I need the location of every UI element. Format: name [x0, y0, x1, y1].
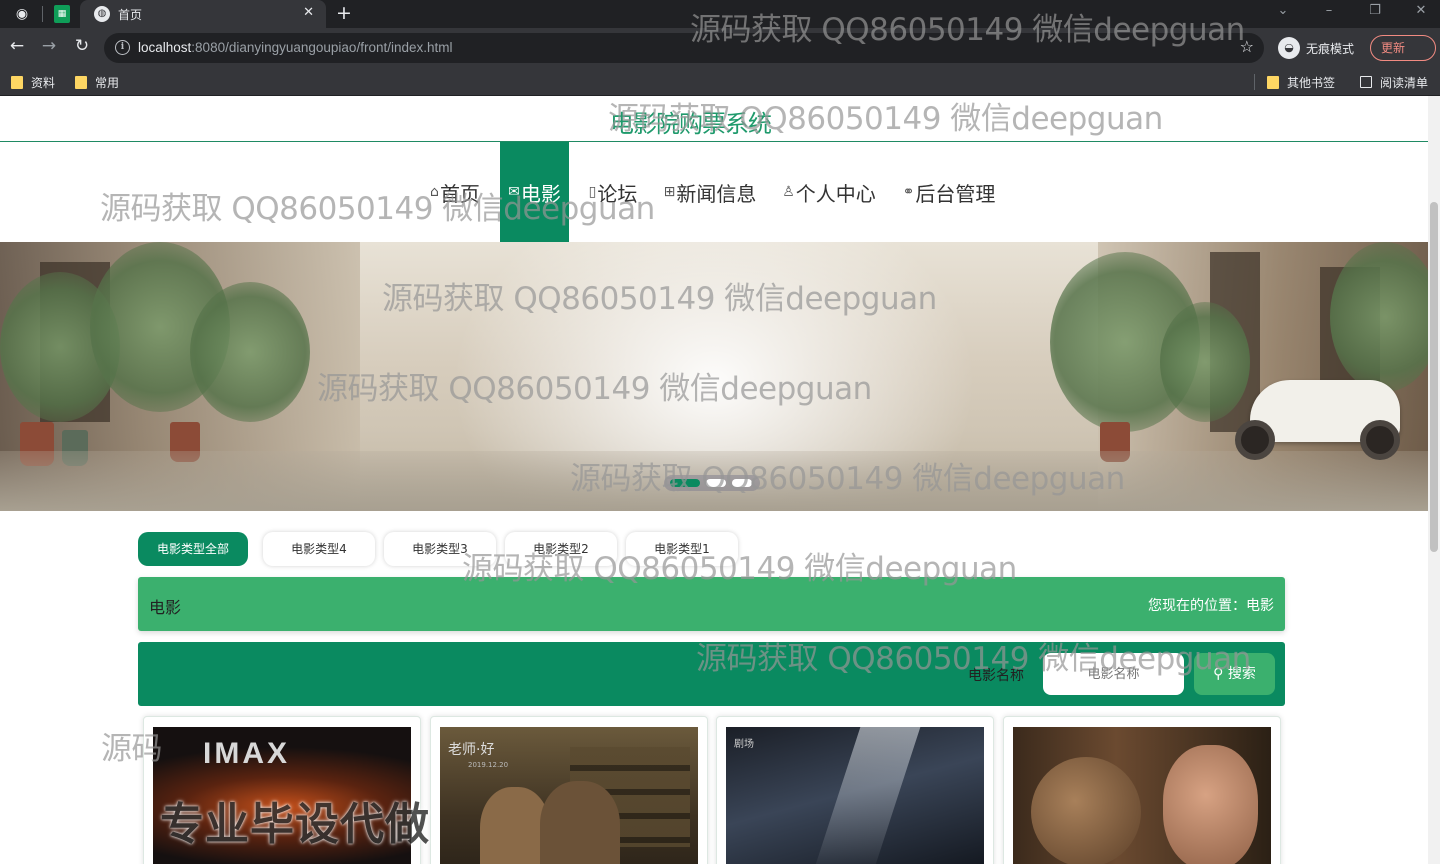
gift-icon: ⊞ [663, 184, 676, 200]
site-header: 电影院购票系统 [0, 96, 1428, 142]
site-title: 电影院购票系统 [610, 111, 772, 138]
folder-icon [1267, 75, 1279, 89]
star-icon[interactable]: ☆ [1240, 37, 1254, 56]
forward-icon[interactable]: → [37, 36, 61, 56]
carousel-dot[interactable] [732, 479, 752, 487]
address-bar[interactable]: i localhost:8080/dianyingyuangoupiao/fro… [104, 33, 1264, 63]
incognito-indicator[interactable]: ◒ 无痕模式 [1278, 36, 1354, 60]
close-icon[interactable]: ✕ [303, 5, 314, 20]
nav-item-home[interactable]: ⌂ 首页 [420, 142, 490, 242]
search-bar: 电影名称 ⚲ 搜索 [138, 642, 1285, 706]
bookmark-separator [1254, 74, 1255, 90]
main-nav: ⌂ 首页 ✉ 电影 ▯ 论坛 ⊞ 新闻信息 ♙ 个人中心 ⚭ 后台管理 [0, 142, 1428, 242]
tab-home[interactable]: ◍ 首页 ✕ [80, 0, 326, 28]
sheets-app-icon[interactable]: ▦ [54, 5, 70, 23]
poster-date: 2019.12.20 [468, 761, 509, 769]
category-4-button[interactable]: 电影类型4 [263, 532, 375, 566]
category-3-button[interactable]: 电影类型3 [384, 532, 496, 566]
carousel-dot-active[interactable] [670, 479, 700, 487]
banner-plant [190, 282, 310, 422]
nav-item-movies[interactable]: ✉ 电影 [500, 142, 569, 242]
hero-carousel[interactable] [0, 242, 1428, 511]
banner-scooter-wheel [1360, 420, 1400, 460]
carousel-dot[interactable] [706, 479, 726, 487]
folder-icon [75, 75, 87, 89]
poster-text: IMAX [203, 737, 290, 770]
user-icon: ♙ [782, 184, 795, 200]
tab-title: 首页 [118, 8, 143, 22]
movie-poster[interactable]: 剧场 [726, 727, 984, 864]
info-icon[interactable]: i [115, 40, 130, 55]
breadcrumb: 电影 您现在的位置：电影 [138, 577, 1285, 631]
browser-menu-icon[interactable]: ◉ [12, 4, 32, 24]
doc-icon: ▯ [588, 184, 597, 200]
carousel-dots [664, 475, 760, 491]
other-bookmarks[interactable]: 其他书签 [1267, 74, 1335, 90]
category-2-button[interactable]: 电影类型2 [505, 532, 617, 566]
nav-item-admin[interactable]: ⚭ 后台管理 [896, 142, 1002, 242]
nav-item-news[interactable]: ⊞ 新闻信息 [658, 142, 762, 242]
mail-icon: ✉ [508, 184, 520, 200]
movie-card[interactable] [1003, 716, 1281, 864]
banner-plant [1160, 302, 1250, 422]
banner-scooter-wheel [1235, 420, 1275, 460]
web-page: 电影院购票系统 ⌂ 首页 ✉ 电影 ▯ 论坛 ⊞ 新闻信息 ♙ 个人中心 ⚭ 后台管理 [0, 96, 1428, 864]
search-label: 电影名称 [968, 668, 1024, 684]
movie-card[interactable]: 老师·好 2019.12.20 [430, 716, 708, 864]
folder-icon [11, 75, 23, 89]
bookmark-folder-ziliao[interactable]: 资料 [11, 74, 55, 90]
new-tab-icon[interactable]: + [336, 2, 352, 24]
page-scrollbar[interactable] [1428, 96, 1440, 864]
movie-card[interactable]: 剧场 [716, 716, 994, 864]
incognito-label: 无痕模式 [1306, 41, 1355, 56]
screen: ◉ ▦ ◍ 首页 ✕ + ⌄ – ❐ ✕ ← → ↻ i localhost:8… [0, 0, 1440, 864]
poster-figure [540, 781, 620, 864]
search-icon: ⚲ [1213, 666, 1224, 682]
nav-item-profile[interactable]: ♙ 个人中心 [776, 142, 882, 242]
bookmark-folder-changyong[interactable]: 常用 [75, 74, 119, 90]
minimize-icon[interactable]: – [1314, 3, 1344, 18]
reading-list[interactable]: 阅读清单 [1360, 74, 1428, 90]
poster-text: 剧场 [734, 739, 754, 750]
globe-icon: ◍ [94, 6, 110, 22]
category-1-button[interactable]: 电影类型1 [626, 532, 738, 566]
home-icon: ⌂ [430, 184, 439, 200]
link-icon: ⚭ [902, 184, 915, 200]
search-input[interactable] [1043, 653, 1184, 695]
scrollbar-thumb[interactable] [1430, 202, 1438, 552]
reading-list-icon [1360, 76, 1372, 88]
location-text: 您现在的位置：电影 [1148, 598, 1274, 614]
incognito-icon: ◒ [1278, 37, 1300, 59]
poster-light-beam [811, 727, 921, 864]
tab-separator [42, 6, 43, 22]
url-text[interactable]: localhost:8080/dianyingyuangoupiao/front… [138, 40, 452, 55]
browser-toolbar: ← → ↻ i localhost:8080/dianyingyuangoupi… [0, 28, 1440, 68]
nav-item-forum[interactable]: ▯ 论坛 [578, 142, 648, 242]
movie-poster[interactable]: 老师·好 2019.12.20 [440, 727, 698, 864]
update-button[interactable]: 更新⋮ [1370, 35, 1436, 61]
movie-poster[interactable] [1013, 727, 1271, 864]
poster-title: 老师·好 [448, 742, 495, 758]
browser-tab-bar: ◉ ▦ ◍ 首页 ✕ + ⌄ – ❐ ✕ [0, 0, 1440, 28]
promo-overlay-text: 专业毕设代做 [160, 799, 430, 850]
category-all-button[interactable]: 电影类型全部 [138, 532, 248, 566]
section-title: 电影 [149, 598, 182, 617]
poster-creature [1031, 757, 1141, 864]
window-close-icon[interactable]: ✕ [1406, 3, 1436, 18]
poster-boy [1163, 745, 1258, 864]
chevron-down-icon[interactable]: ⌄ [1268, 3, 1298, 18]
back-icon[interactable]: ← [5, 36, 29, 56]
search-button[interactable]: ⚲ 搜索 [1194, 653, 1275, 695]
bookmarks-bar: 资料 常用 其他书签 阅读清单 [0, 68, 1440, 96]
restore-icon[interactable]: ❐ [1360, 3, 1390, 18]
reload-icon[interactable]: ↻ [70, 36, 94, 56]
